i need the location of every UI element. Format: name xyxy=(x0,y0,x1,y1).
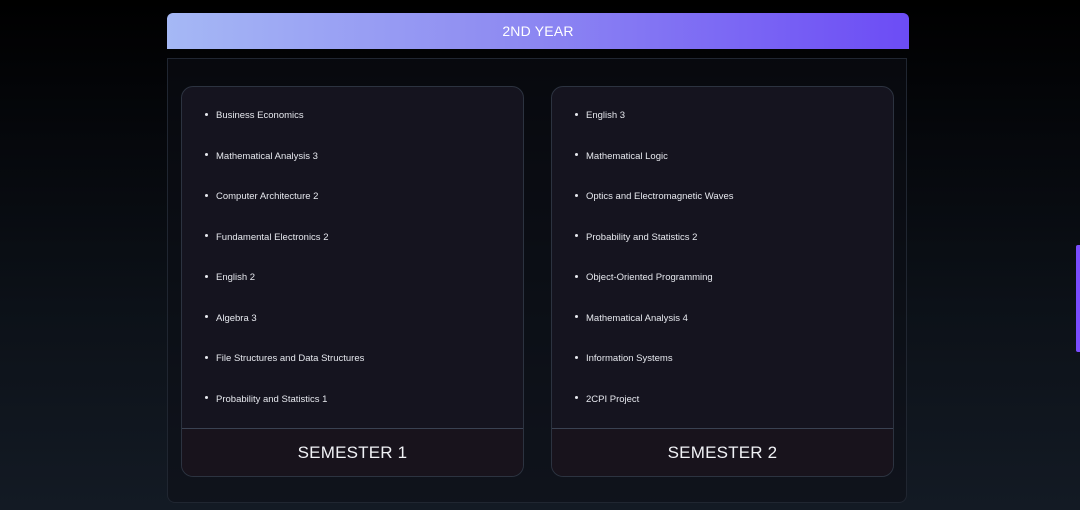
course-item: English 3 xyxy=(575,110,625,122)
course-name: Information Systems xyxy=(586,353,673,364)
course-name: Fundamental Electronics 2 xyxy=(216,231,329,243)
bullet-icon xyxy=(205,315,208,319)
course-item: Computer Architecture 2 xyxy=(205,191,318,203)
course-item: Optics and Electromagnetic Waves xyxy=(575,191,734,203)
course-name: Business Economics xyxy=(216,110,304,121)
semester-title: SEMESTER 1 xyxy=(182,428,523,476)
course-name: Probability and Statistics 1 xyxy=(216,393,328,405)
semester-card-2: English 3 Mathematical Logic Optics and El… xyxy=(551,86,894,477)
course-item: English 2 xyxy=(205,272,255,284)
course-name: Mathematical Logic xyxy=(586,150,668,162)
course-item: Mathematical Logic xyxy=(575,151,668,163)
course-name: 2CPI Project xyxy=(586,393,640,405)
bullet-icon xyxy=(575,355,578,359)
course-item: Business Economics xyxy=(205,110,304,122)
bullet-icon xyxy=(575,234,578,238)
course-name: Object-Oriented Programming xyxy=(586,272,713,283)
bullet-icon xyxy=(205,355,208,359)
course-item: 2CPI Project xyxy=(575,394,639,406)
bullet-icon xyxy=(205,112,208,116)
bullet-icon xyxy=(575,315,578,319)
course-item: Probability and Statistics 2 xyxy=(575,232,697,244)
course-list: Business Economics Mathematical Analysis … xyxy=(182,87,523,429)
bullet-icon xyxy=(575,153,578,157)
scrollbar-thumb[interactable] xyxy=(1076,245,1080,352)
course-item: Mathematical Analysis 4 xyxy=(575,313,688,325)
course-item: Object-Oriented Programming xyxy=(575,272,713,284)
course-item: Fundamental Electronics 2 xyxy=(205,232,328,244)
bullet-icon xyxy=(575,396,578,400)
course-name: Probability and Statistics 2 xyxy=(586,231,698,243)
bullet-icon xyxy=(205,193,208,197)
course-name: File Structures and Data Structures xyxy=(216,353,365,364)
bullet-icon xyxy=(575,112,578,116)
bullet-icon xyxy=(205,153,208,157)
course-name: Computer Architecture 2 xyxy=(216,191,319,202)
course-name: English 2 xyxy=(216,272,256,283)
course-name: Mathematical Analysis 3 xyxy=(216,150,318,162)
semester-card-1: Business Economics Mathematical Analysis … xyxy=(181,86,524,477)
course-item: Probability and Statistics 1 xyxy=(205,394,327,406)
bullet-icon xyxy=(205,396,208,400)
course-name: Optics and Electromagnetic Waves xyxy=(586,191,734,202)
year-title: 2ND YEAR xyxy=(502,23,574,39)
course-name: Algebra 3 xyxy=(216,312,257,324)
bullet-icon xyxy=(575,274,578,278)
course-item: File Structures and Data Structures xyxy=(205,353,364,365)
course-item: Algebra 3 xyxy=(205,313,257,325)
course-item: Mathematical Analysis 3 xyxy=(205,151,318,163)
course-item: Information Systems xyxy=(575,353,673,365)
course-name: English 3 xyxy=(586,110,626,121)
bullet-icon xyxy=(205,274,208,278)
bullet-icon xyxy=(575,193,578,197)
semester-title: SEMESTER 2 xyxy=(552,428,893,476)
course-list: English 3 Mathematical Logic Optics and El… xyxy=(552,87,893,429)
year-header: 2ND YEAR xyxy=(167,13,909,49)
course-name: Mathematical Analysis 4 xyxy=(586,312,688,324)
bullet-icon xyxy=(205,234,208,238)
